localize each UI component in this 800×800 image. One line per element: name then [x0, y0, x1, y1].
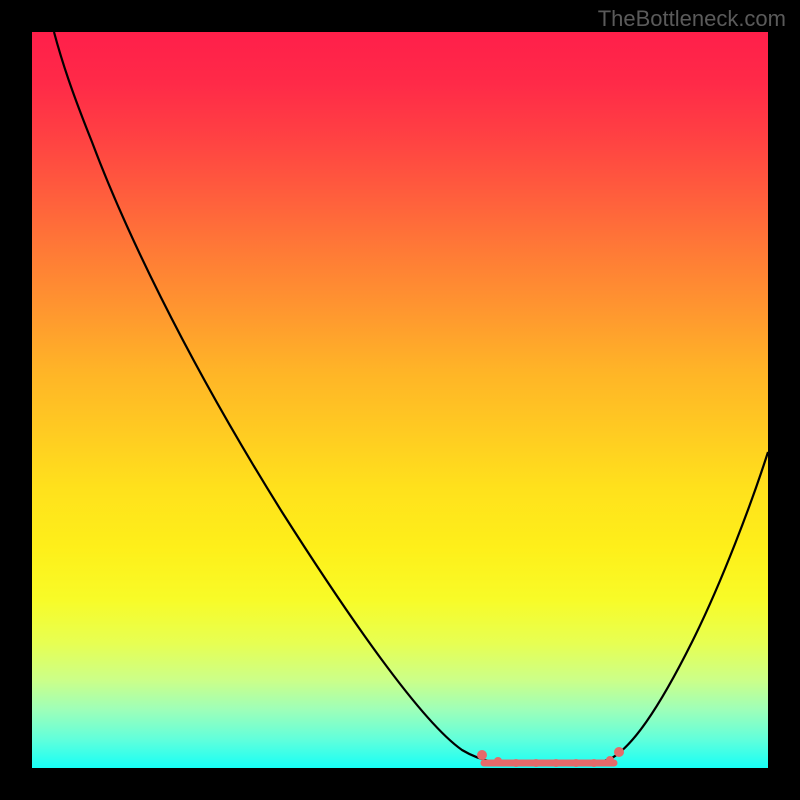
optimal-dot: [572, 759, 580, 767]
watermark-text: TheBottleneck.com: [598, 6, 786, 32]
optimal-dot: [494, 757, 502, 765]
optimal-dot: [590, 759, 598, 767]
plot-area: [32, 32, 768, 768]
optimal-dot: [614, 747, 624, 757]
optimal-dot: [532, 759, 540, 767]
chart-svg: [32, 32, 768, 768]
optimal-dot: [512, 759, 520, 767]
optimal-dot: [552, 759, 560, 767]
bottleneck-curve: [54, 32, 768, 765]
optimal-dot: [477, 750, 487, 760]
optimal-dot: [606, 756, 614, 764]
